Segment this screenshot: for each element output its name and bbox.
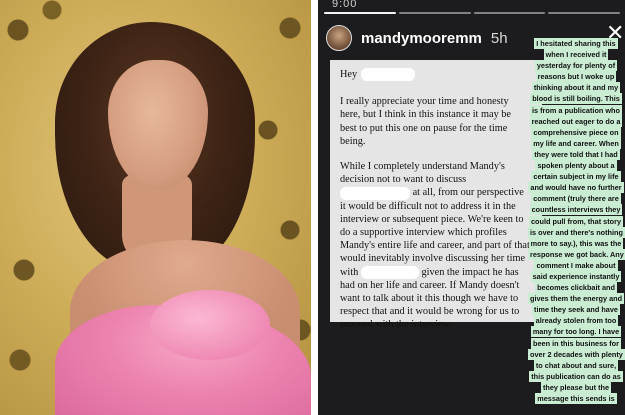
redaction-bar bbox=[360, 265, 419, 279]
letter-text: at all, from our perspective it would be… bbox=[340, 187, 530, 278]
post-time: 5h bbox=[490, 29, 508, 47]
letter-screenshot: Hey I really appreciate your time and ho… bbox=[330, 60, 542, 330]
avatar[interactable] bbox=[326, 25, 352, 51]
progress-segment bbox=[398, 12, 471, 14]
username-link[interactable]: mandymooremm bbox=[361, 30, 482, 47]
instagram-story: 9:00 mandymooremm 5h ✕ Hey I really appr… bbox=[318, 0, 625, 415]
story-progress-bar bbox=[324, 12, 620, 15]
redaction-bar bbox=[361, 68, 416, 82]
status-bar-time: 9:00 bbox=[332, 0, 358, 10]
redaction-bar bbox=[340, 186, 410, 200]
photo-dress-ruffle bbox=[150, 290, 270, 360]
portrait-photo bbox=[0, 0, 311, 415]
progress-segment bbox=[548, 12, 620, 14]
letter-paragraph: I really appreciate your time and honest… bbox=[340, 96, 512, 147]
letter-greeting: Hey bbox=[340, 69, 358, 80]
progress-segment bbox=[324, 12, 396, 14]
story-header: mandymooremm 5h bbox=[326, 25, 508, 51]
letter-paragraph-2: While I completely understand Mandy's de… bbox=[340, 160, 530, 332]
progress-segment bbox=[473, 12, 546, 14]
letter-text: While I completely understand Mandy's de… bbox=[340, 161, 505, 186]
story-caption: I hesitated sharing this when I received… bbox=[528, 38, 625, 404]
letter-greeting-row: Hey bbox=[340, 68, 542, 82]
caption-text: I hesitated sharing this when I received… bbox=[528, 38, 625, 404]
